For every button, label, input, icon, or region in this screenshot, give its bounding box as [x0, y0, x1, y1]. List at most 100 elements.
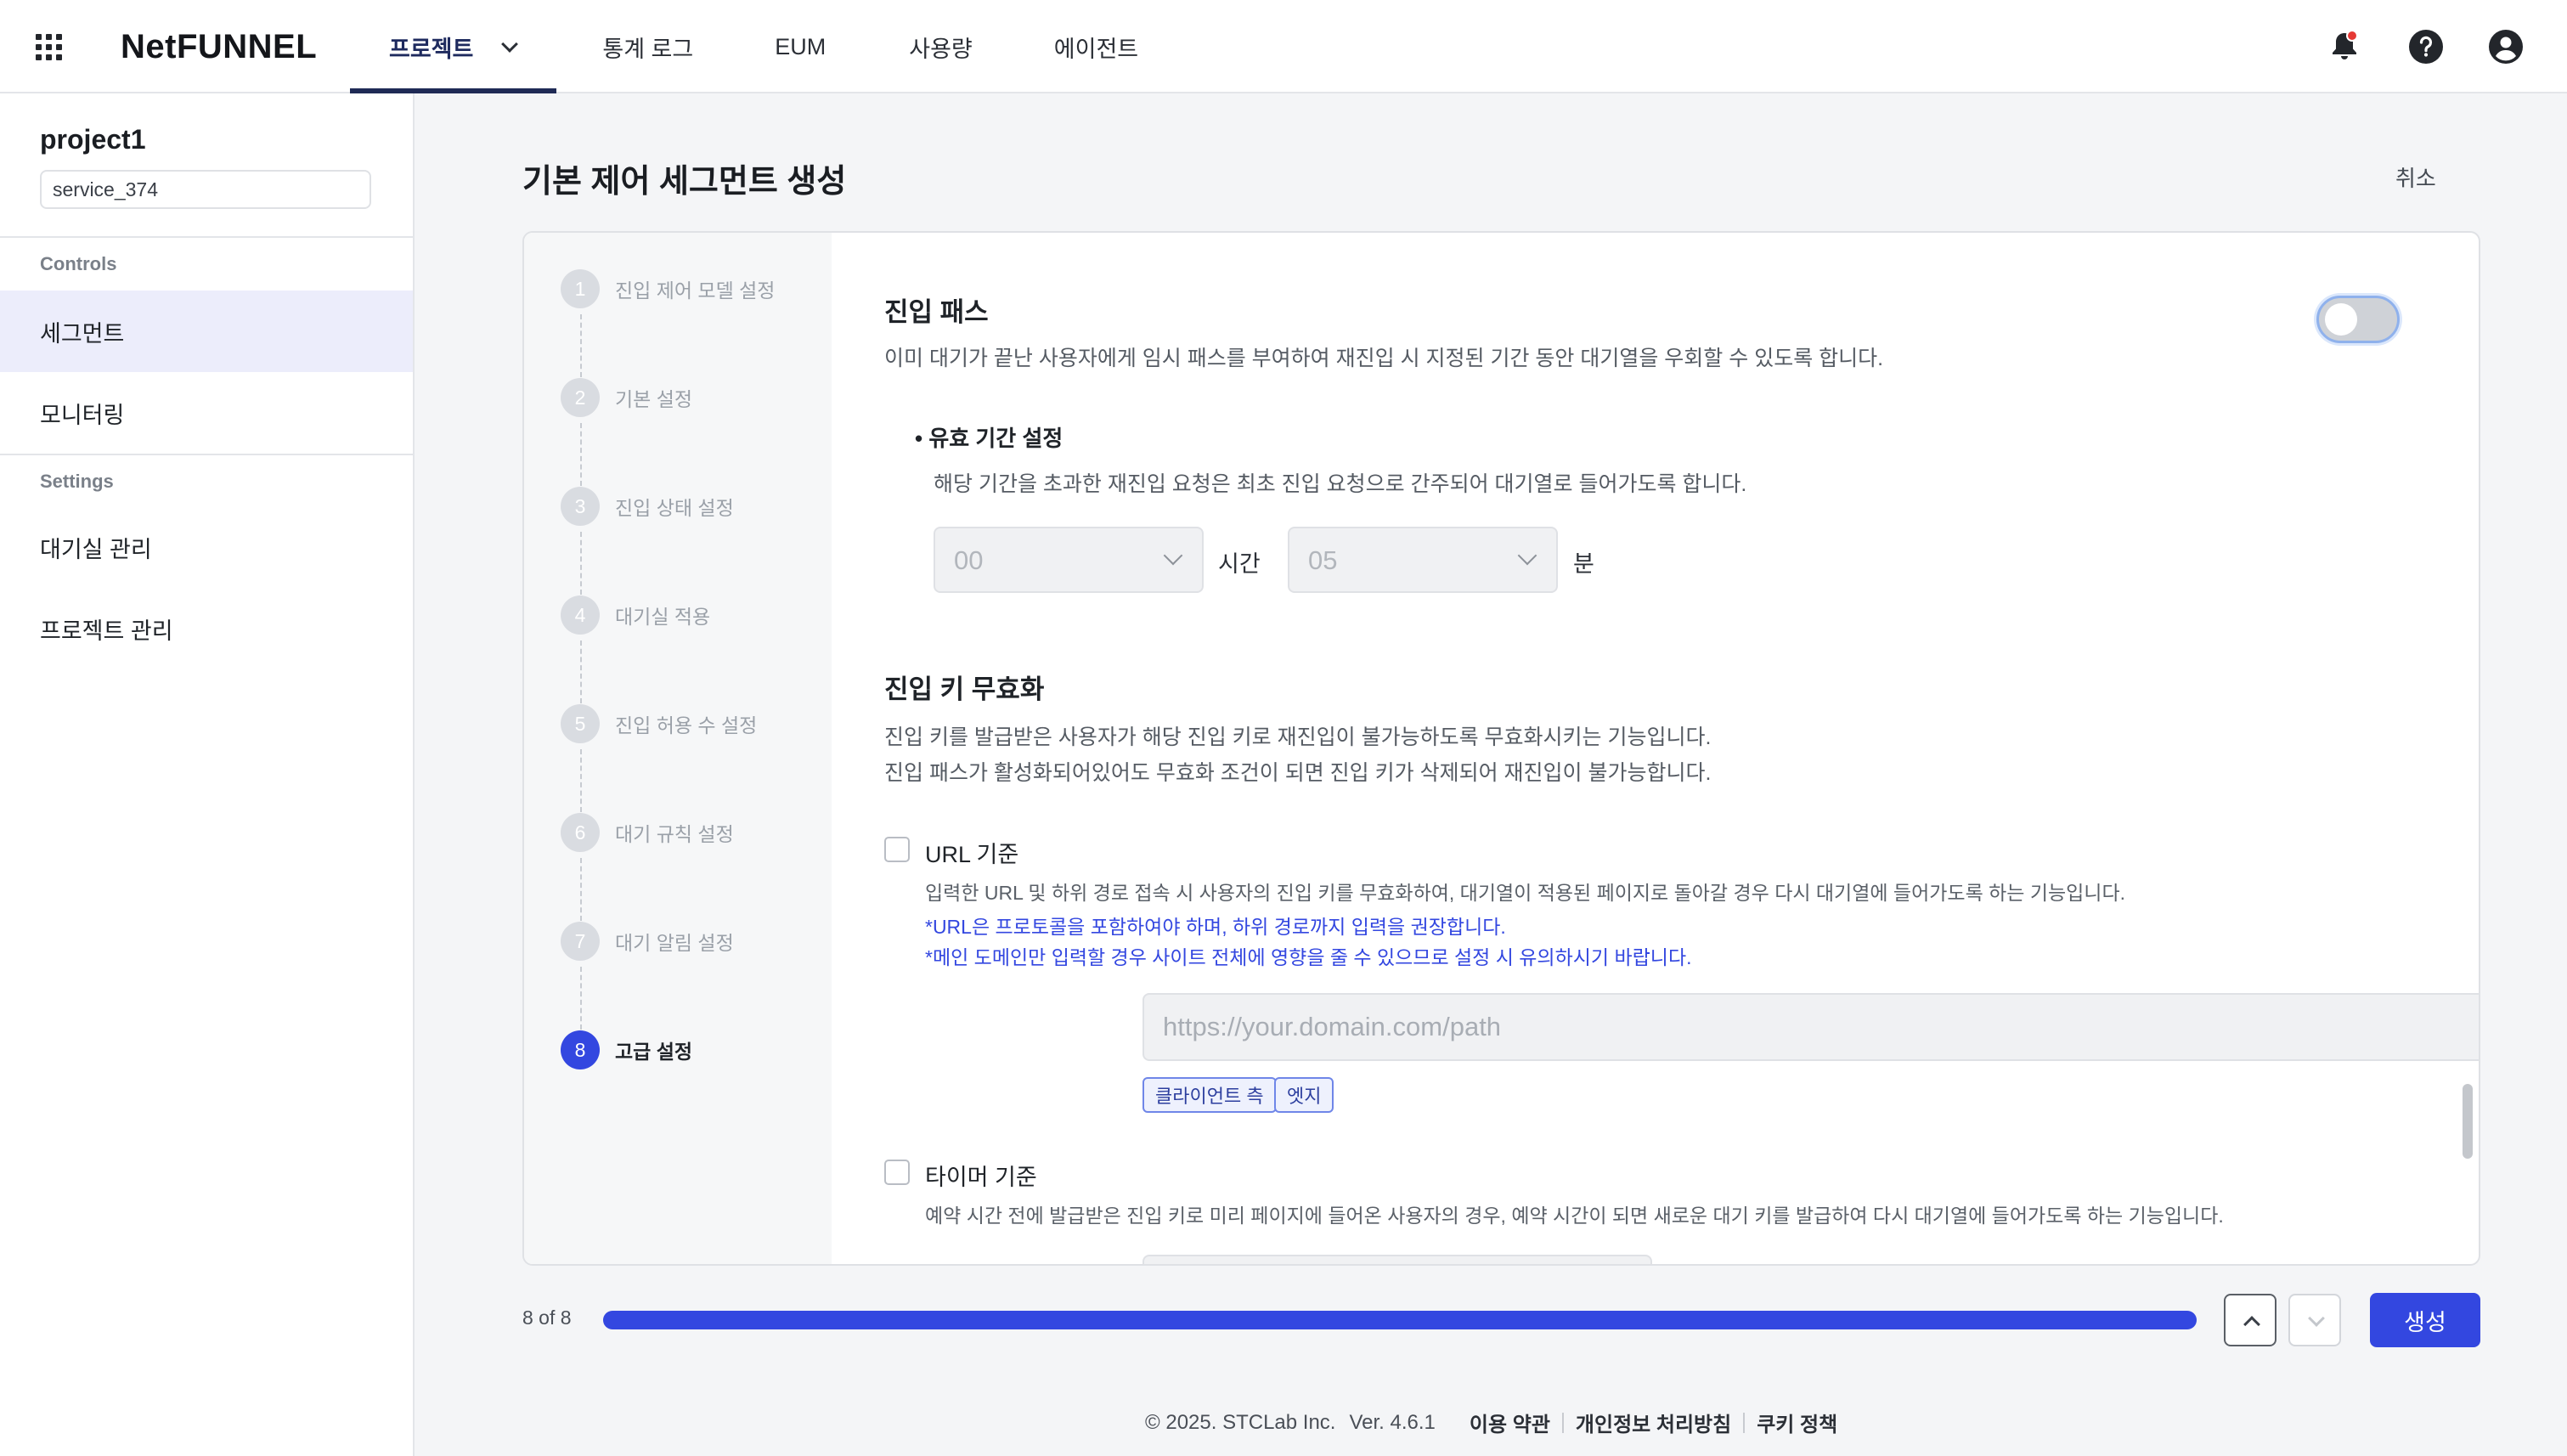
cancel-button[interactable]: 취소 [2395, 161, 2436, 193]
hours-select[interactable]: 00 [934, 527, 1204, 593]
timer-option-checkbox[interactable] [884, 1160, 910, 1185]
step-number: 5 [561, 704, 600, 743]
content-scrollbar[interactable] [2463, 1084, 2473, 1159]
create-button[interactable]: 생성 [2370, 1293, 2480, 1347]
nav-tab-stats-log[interactable]: 통계 로그 [602, 0, 693, 93]
step-connector [580, 423, 582, 486]
hours-select-value: 00 [954, 545, 984, 575]
tag-client-side[interactable]: 클라이언트 측 [1142, 1077, 1277, 1113]
footer-separator [1561, 1412, 1564, 1433]
sidebar-item-label: 대기실 관리 [40, 536, 152, 562]
step-connector [580, 314, 582, 377]
chevron-up-icon [2243, 1316, 2260, 1333]
step-4[interactable]: 4 대기실 적용 [561, 595, 710, 635]
sidebar-item-segment[interactable]: 세그먼트 [0, 291, 413, 372]
step-label: 진입 허용 수 설정 [615, 714, 758, 736]
step-number: 4 [561, 595, 600, 635]
nav-tab-usage[interactable]: 사용량 [909, 0, 973, 93]
step-6[interactable]: 6 대기 규칙 설정 [561, 812, 734, 853]
step-3[interactable]: 3 진입 상태 설정 [561, 486, 734, 527]
validity-title-text: 유효 기간 설정 [928, 426, 1063, 451]
progress-bar [603, 1311, 2197, 1329]
nav-tab-label: 사용량 [909, 36, 973, 62]
footer-link-cookies[interactable]: 쿠키 정책 [1757, 1408, 1837, 1437]
step-label: 대기 알림 설정 [615, 932, 734, 954]
toggle-knob [2325, 303, 2357, 336]
step-connector [580, 858, 582, 921]
account-icon[interactable] [2487, 28, 2525, 65]
footer-version: Ver. 4.6.1 [1349, 1410, 1436, 1434]
step-number: 8 [561, 1030, 600, 1069]
chevron-down-icon [1163, 545, 1183, 566]
minutes-select[interactable]: 05 [1288, 527, 1558, 593]
key-invalidation-title: 진입 키 무효화 [884, 674, 1045, 704]
chevron-down-icon [501, 36, 519, 53]
sidebar-divider [0, 454, 415, 455]
step-number: 6 [561, 813, 600, 852]
url-option-note-1: *URL은 프로토콜을 포함하여야 하며, 하위 경로까지 입력을 권장합니다. [925, 916, 1506, 938]
url-option-description: 입력한 URL 및 하위 경로 접속 시 사용자의 진입 키를 무효화하여, 대… [925, 882, 2126, 904]
key-invalidation-description-1: 진입 키를 발급받은 사용자가 해당 진입 키로 재진입이 불가능하도록 무효화… [884, 725, 1712, 749]
bell-icon[interactable] [2326, 28, 2363, 65]
step-2[interactable]: 2 기본 설정 [561, 377, 692, 418]
netfunnel-logo[interactable]: NetFUNNEL [121, 24, 317, 70]
project-name: project1 [40, 124, 146, 155]
help-icon[interactable] [2407, 28, 2445, 65]
page-title: 기본 제어 세그먼트 생성 [522, 164, 847, 200]
step-number: 2 [561, 378, 600, 417]
minutes-unit: 분 [1573, 551, 1594, 577]
step-number: 3 [561, 487, 600, 526]
timer-option-label[interactable]: 타이머 기준 [925, 1159, 1037, 1192]
tag-edge[interactable]: 엣지 [1274, 1077, 1334, 1113]
next-step-button[interactable] [2288, 1294, 2341, 1346]
entry-pass-description: 이미 대기가 끝난 사용자에게 임시 패스를 부여하여 재진입 시 지정된 기간… [884, 347, 1884, 370]
sidebar-item-monitoring[interactable]: 모니터링 [0, 372, 413, 454]
step-connector [580, 749, 582, 812]
footer-copyright: © 2025. STCLab Inc. [1145, 1410, 1336, 1434]
nav-tab-label: EUM [775, 33, 827, 59]
main-nav: 프로젝트 통계 로그 EUM 사용량 에이전트 [350, 0, 1138, 93]
footer-separator [1743, 1412, 1746, 1433]
step-label: 진입 제어 모델 설정 [615, 279, 776, 302]
footer-link-terms[interactable]: 이용 약관 [1470, 1408, 1550, 1437]
url-option-checkbox[interactable] [884, 837, 910, 862]
key-invalidation-description-2: 진입 패스가 활성화되어있어도 무효화 조건이 되면 진입 키가 삭제되어 재진… [884, 761, 1712, 785]
nav-tab-projects[interactable]: 프로젝트 [350, 0, 557, 93]
nav-tab-label: 통계 로그 [602, 36, 694, 62]
step-1[interactable]: 1 진입 제어 모델 설정 [561, 268, 775, 309]
hours-unit: 시간 [1218, 551, 1261, 577]
nav-tab-label: 에이전트 [1053, 36, 1139, 62]
previous-step-button[interactable] [2224, 1294, 2276, 1346]
service-id-box[interactable]: service_374 [40, 170, 371, 209]
sidebar-item-label: 세그먼트 [40, 320, 125, 347]
url-option-label[interactable]: URL 기준 [925, 836, 1018, 869]
nav-tab-eum[interactable]: EUM [775, 0, 826, 93]
sidebar-item-waiting-room[interactable]: 대기실 관리 [0, 506, 413, 588]
sidebar: project1 service_374 Controls 세그먼트 모니터링 … [0, 93, 415, 1456]
nav-tab-agent[interactable]: 에이전트 [1054, 0, 1138, 93]
entry-pass-toggle[interactable] [2316, 296, 2400, 343]
step-label: 대기실 적용 [615, 606, 711, 628]
step-connector [580, 967, 582, 1030]
sidebar-item-project-settings[interactable]: 프로젝트 관리 [0, 588, 413, 669]
apps-grid-icon[interactable] [32, 31, 66, 65]
step-5[interactable]: 5 진입 허용 수 설정 [561, 703, 757, 744]
validity-description: 해당 기간을 초과한 재진입 요청은 최초 진입 요청으로 간주되어 대기열로 … [934, 472, 1747, 496]
sidebar-divider [0, 236, 415, 238]
step-label: 진입 상태 설정 [615, 497, 734, 519]
sidebar-item-label: 모니터링 [40, 402, 125, 428]
step-label: 고급 설정 [615, 1041, 693, 1063]
timer-input[interactable] [1142, 1255, 1652, 1264]
sidebar-section-controls: Controls [40, 253, 117, 274]
progress-text: 8 of 8 [522, 1306, 572, 1329]
footer-link-privacy[interactable]: 개인정보 처리방침 [1576, 1408, 1731, 1437]
sidebar-section-settings: Settings [40, 471, 114, 492]
step-label: 대기 규칙 설정 [615, 823, 734, 845]
sidebar-item-label: 프로젝트 관리 [40, 618, 173, 644]
minutes-select-value: 05 [1308, 545, 1338, 575]
step-8[interactable]: 8 고급 설정 [561, 1030, 692, 1070]
timer-option-description: 예약 시간 전에 발급받은 진입 키로 미리 페이지에 들어온 사용자의 경우,… [925, 1205, 2224, 1227]
url-input[interactable] [1142, 993, 2479, 1061]
step-7[interactable]: 7 대기 알림 설정 [561, 921, 734, 962]
chevron-down-icon [2308, 1310, 2325, 1327]
